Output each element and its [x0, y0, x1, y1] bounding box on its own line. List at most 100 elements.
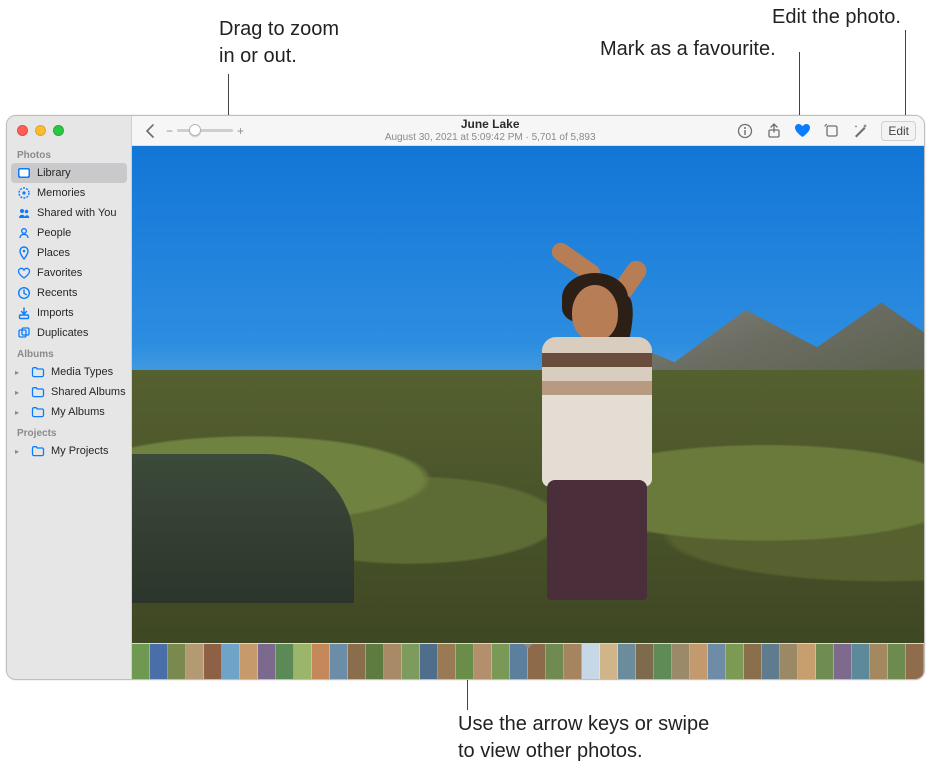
callout-filmstrip: Use the arrow keys or swipe to view othe…	[458, 711, 709, 765]
zoom-knob[interactable]	[189, 124, 201, 136]
chevron-right-icon: ▸	[15, 408, 25, 417]
filmstrip-thumb[interactable]	[474, 644, 492, 679]
sidebar-item-library[interactable]: Library	[11, 163, 127, 183]
filmstrip-thumb[interactable]	[726, 644, 744, 679]
photo-viewer[interactable]	[132, 146, 924, 643]
callout-favourite: Mark as a favourite.	[600, 36, 776, 63]
filmstrip-thumb[interactable]	[816, 644, 834, 679]
sidebar-section-label: Albums	[7, 343, 131, 362]
callout-edit: Edit the photo.	[772, 4, 901, 31]
filmstrip-thumb[interactable]	[240, 644, 258, 679]
filmstrip-thumb[interactable]	[384, 644, 402, 679]
filmstrip-thumb[interactable]	[564, 644, 582, 679]
minimize-window-button[interactable]	[35, 125, 46, 136]
zoom-in-icon: +	[237, 124, 244, 138]
filmstrip-thumb[interactable]	[258, 644, 276, 679]
folder-icon	[31, 405, 45, 419]
filmstrip-thumb[interactable]	[672, 644, 690, 679]
share-button[interactable]	[765, 122, 782, 139]
sidebar-item-media-types[interactable]: ▸Media Types	[7, 362, 131, 382]
filmstrip-thumb[interactable]	[492, 644, 510, 679]
filmstrip-thumb[interactable]	[312, 644, 330, 679]
filmstrip-thumb[interactable]	[510, 644, 528, 679]
sidebar-item-label: People	[37, 227, 71, 239]
sidebar-item-duplicates[interactable]: Duplicates	[7, 323, 131, 343]
favourite-button[interactable]	[794, 122, 811, 139]
filmstrip-thumb[interactable]	[546, 644, 564, 679]
sidebar-item-label: Duplicates	[37, 327, 88, 339]
sidebar-item-memories[interactable]: Memories	[7, 183, 131, 203]
chevron-right-icon: ▸	[15, 388, 25, 397]
sidebar-item-my-projects[interactable]: ▸My Projects	[7, 441, 131, 461]
sidebar-item-people[interactable]: People	[7, 223, 131, 243]
sidebar-item-label: Recents	[37, 287, 77, 299]
fullscreen-window-button[interactable]	[53, 125, 64, 136]
filmstrip-thumb[interactable]	[150, 644, 168, 679]
filmstrip-thumb[interactable]	[618, 644, 636, 679]
filmstrip-thumb[interactable]	[420, 644, 438, 679]
chevron-right-icon: ▸	[15, 368, 25, 377]
edit-button[interactable]: Edit	[881, 121, 916, 141]
filmstrip-thumb[interactable]	[204, 644, 222, 679]
filmstrip-thumb[interactable]	[438, 644, 456, 679]
filmstrip-thumb[interactable]	[582, 644, 600, 679]
sidebar-item-imports[interactable]: Imports	[7, 303, 131, 323]
filmstrip-thumb[interactable]	[762, 644, 780, 679]
sidebar-item-favorites[interactable]: Favorites	[7, 263, 131, 283]
filmstrip-thumb[interactable]	[834, 644, 852, 679]
memories-icon	[17, 186, 31, 200]
shared-icon	[17, 206, 31, 220]
zoom-slider[interactable]: − +	[166, 124, 244, 138]
filmstrip-thumb[interactable]	[294, 644, 312, 679]
filmstrip-thumb[interactable]	[402, 644, 420, 679]
filmstrip-thumb[interactable]	[168, 644, 186, 679]
filmstrip-thumb[interactable]	[600, 644, 618, 679]
callout-zoom: Drag to zoom in or out.	[219, 16, 339, 70]
filmstrip[interactable]	[132, 643, 924, 679]
close-window-button[interactable]	[17, 125, 28, 136]
callout-edit-line	[905, 30, 906, 120]
filmstrip-thumb[interactable]	[636, 644, 654, 679]
filmstrip-thumb[interactable]	[132, 644, 150, 679]
filmstrip-thumb[interactable]	[330, 644, 348, 679]
rotate-button[interactable]	[823, 122, 840, 139]
back-button[interactable]	[140, 121, 160, 141]
filmstrip-thumb[interactable]	[798, 644, 816, 679]
filmstrip-thumb[interactable]	[708, 644, 726, 679]
filmstrip-thumb[interactable]	[222, 644, 240, 679]
sidebar-item-label: Favorites	[37, 267, 82, 279]
filmstrip-thumb[interactable]	[888, 644, 906, 679]
filmstrip-thumb[interactable]	[654, 644, 672, 679]
places-icon	[17, 246, 31, 260]
sidebar-item-shared-with-you[interactable]: Shared with You	[7, 203, 131, 223]
photos-window: PhotosLibraryMemoriesShared with YouPeop…	[6, 115, 925, 680]
zoom-out-icon: −	[166, 124, 173, 138]
filmstrip-thumb[interactable]	[186, 644, 204, 679]
toolbar: − + June Lake August 30, 2021 at 5:09:42…	[132, 116, 924, 146]
sidebar-item-recents[interactable]: Recents	[7, 283, 131, 303]
duplicates-icon	[17, 326, 31, 340]
photo-title: June Lake	[250, 118, 730, 132]
filmstrip-thumb[interactable]	[870, 644, 888, 679]
enhance-button[interactable]	[852, 122, 869, 139]
filmstrip-thumb[interactable]	[780, 644, 798, 679]
callout-filmstrip-line	[467, 680, 468, 710]
filmstrip-thumb[interactable]	[690, 644, 708, 679]
sidebar-item-shared-albums[interactable]: ▸Shared Albums	[7, 382, 131, 402]
filmstrip-thumb[interactable]	[852, 644, 870, 679]
zoom-track[interactable]	[177, 129, 233, 132]
sidebar-item-label: Shared with You	[37, 207, 117, 219]
filmstrip-thumb[interactable]	[276, 644, 294, 679]
filmstrip-thumb[interactable]	[456, 644, 474, 679]
sidebar-item-my-albums[interactable]: ▸My Albums	[7, 402, 131, 422]
filmstrip-thumb[interactable]	[744, 644, 762, 679]
sidebar-item-places[interactable]: Places	[7, 243, 131, 263]
filmstrip-thumb[interactable]	[528, 644, 546, 679]
filmstrip-thumb[interactable]	[906, 644, 924, 679]
folder-icon	[31, 444, 45, 458]
recents-icon	[17, 286, 31, 300]
filmstrip-thumb[interactable]	[366, 644, 384, 679]
info-button[interactable]	[736, 122, 753, 139]
sidebar-section-label: Projects	[7, 422, 131, 441]
filmstrip-thumb[interactable]	[348, 644, 366, 679]
